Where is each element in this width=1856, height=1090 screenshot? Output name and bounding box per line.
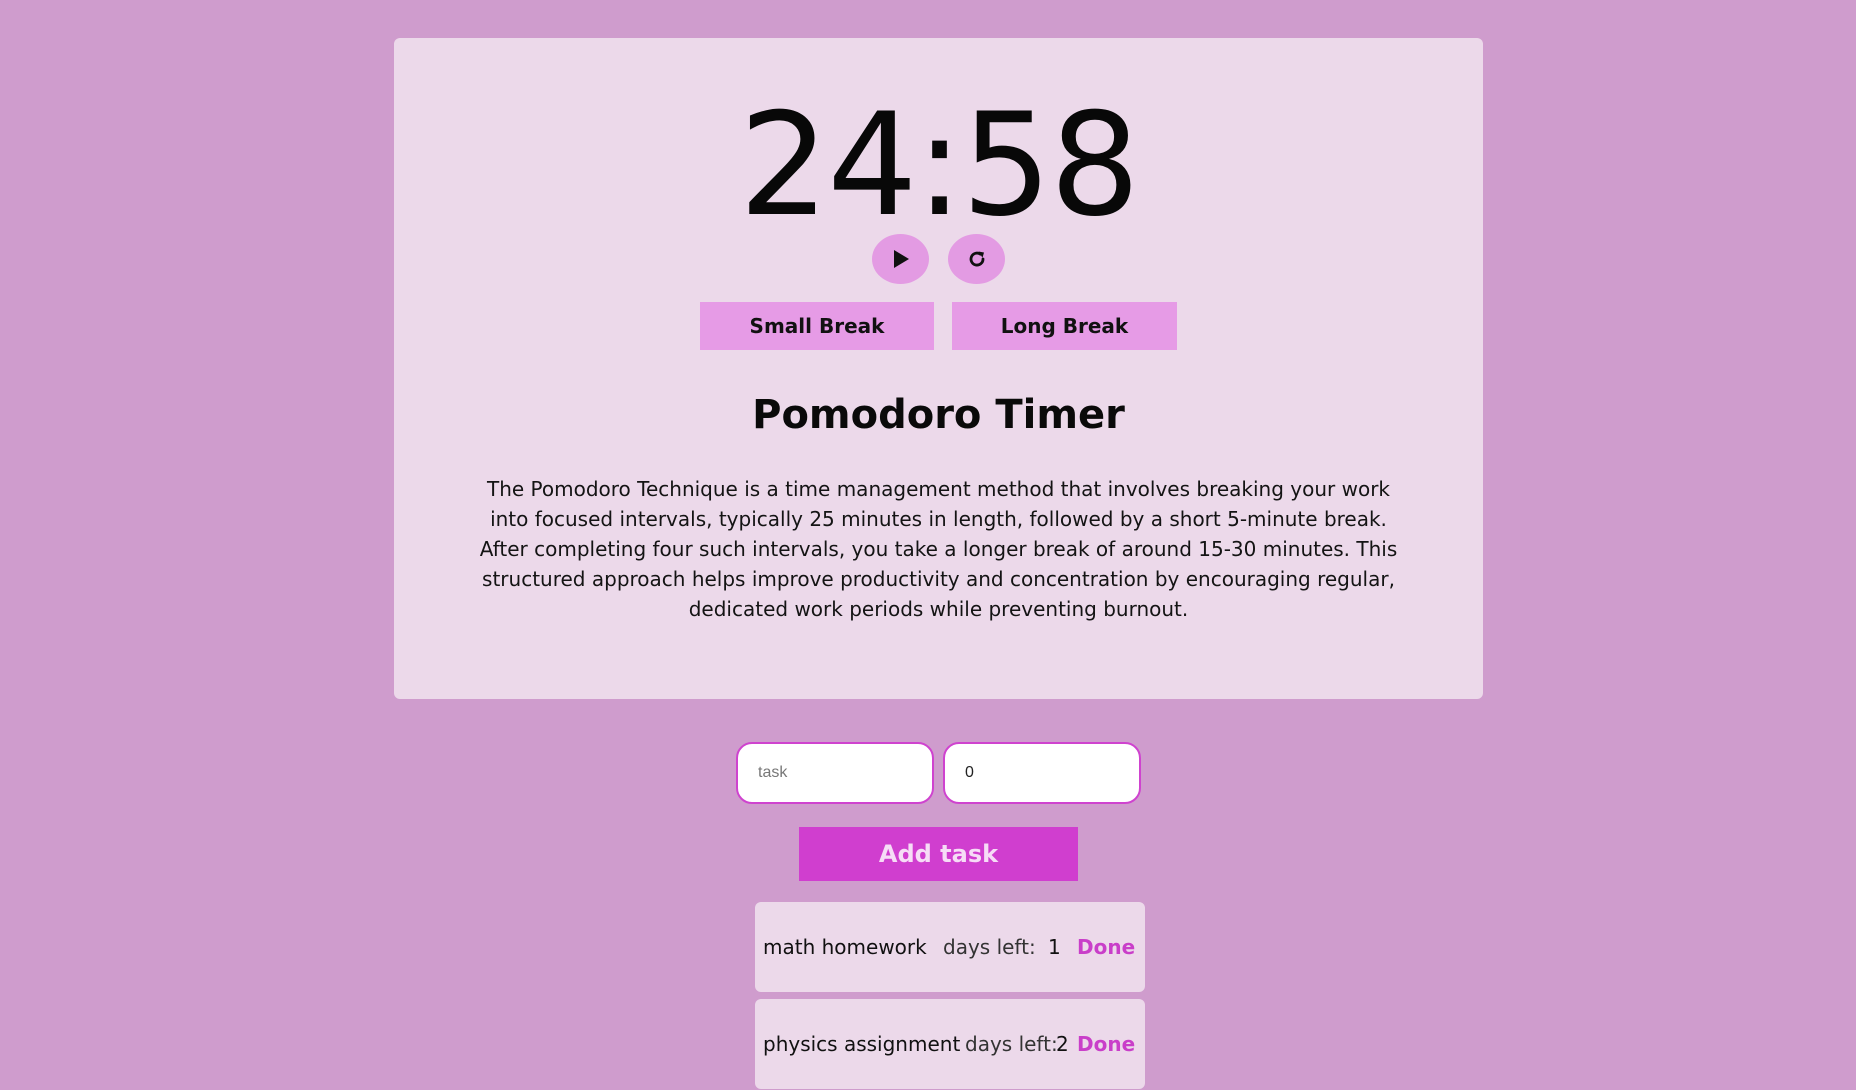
task-input[interactable]	[736, 742, 934, 804]
refresh-icon	[969, 251, 984, 267]
task-item: math homework days left: 1 Done	[755, 902, 1145, 992]
task-name: math homework	[763, 935, 927, 959]
break-buttons: Small Break Long Break	[394, 302, 1483, 350]
long-break-button[interactable]: Long Break	[952, 302, 1177, 350]
add-task-button[interactable]: Add task	[799, 827, 1078, 881]
timer-display: 24:58	[738, 83, 1140, 248]
small-break-button[interactable]: Small Break	[700, 302, 934, 350]
timer-card: 24:58 Small Break Long Break Pomodoro Ti…	[394, 38, 1483, 699]
reset-button[interactable]	[948, 234, 1005, 284]
done-button[interactable]: Done	[1077, 935, 1135, 959]
days-left-value: 2	[1056, 1032, 1069, 1056]
days-left-label: days left:	[965, 1032, 1058, 1056]
days-left-value: 1	[1048, 935, 1061, 959]
task-item: physics assignment days left: 2 Done	[755, 999, 1145, 1089]
description: The Pomodoro Technique is a time managem…	[479, 477, 1398, 621]
done-button[interactable]: Done	[1077, 1032, 1135, 1056]
play-icon	[893, 250, 909, 268]
days-left-label: days left:	[943, 935, 1036, 959]
play-button[interactable]	[872, 234, 929, 284]
task-name: physics assignment	[763, 1032, 961, 1056]
days-input[interactable]	[943, 742, 1141, 804]
page-title: Pomodoro Timer	[752, 392, 1125, 438]
timer-controls	[394, 234, 1483, 284]
